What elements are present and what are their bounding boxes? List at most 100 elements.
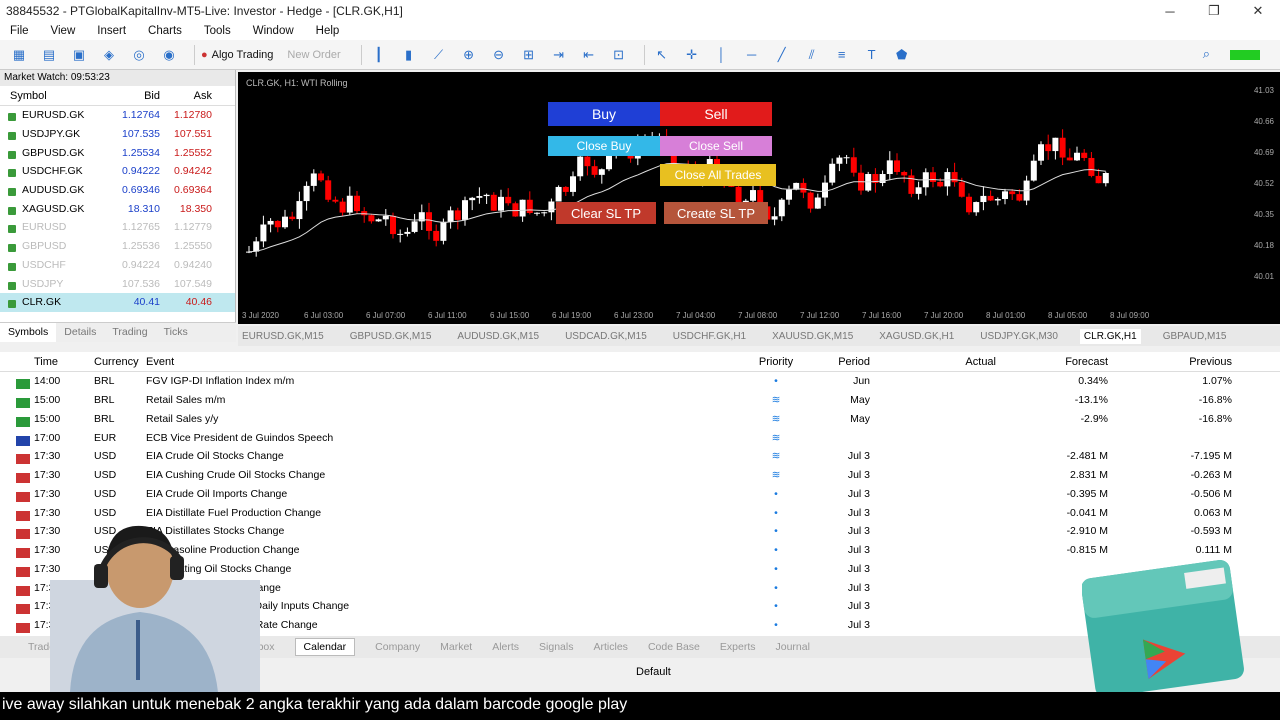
toolbox-tab-experts[interactable]: Experts <box>720 641 756 653</box>
menu-file[interactable]: File <box>10 25 29 37</box>
toolbox-tab-alerts[interactable]: Alerts <box>492 641 519 653</box>
calendar-row[interactable]: 17:30 USD EIA Cushing Crude Oil Stocks C… <box>0 466 1280 485</box>
candlestick-icon[interactable]: ▮ <box>398 44 420 66</box>
market-watch-row[interactable]: EURUSD 1.12765 1.12779 <box>0 218 235 237</box>
tab-details[interactable]: Details <box>56 323 104 342</box>
market-watch-row[interactable]: XAGUSD.GK 18.310 18.350 <box>0 199 235 218</box>
algo-trading-button[interactable]: ● Algo Trading <box>201 49 273 61</box>
col-time[interactable]: Time <box>0 356 88 368</box>
tab-ticks[interactable]: Ticks <box>156 323 196 342</box>
col-currency[interactable]: Currency <box>88 356 146 368</box>
toolbox-tab-signals[interactable]: Signals <box>539 641 573 653</box>
toolbox-tab-articles[interactable]: Articles <box>594 641 628 653</box>
col-bid[interactable]: Bid <box>118 90 160 102</box>
create-sl-tp-button[interactable]: Create SL TP <box>664 202 768 224</box>
chart-tab[interactable]: GBPUSD.GK,M15 <box>346 329 436 344</box>
col-ask[interactable]: Ask <box>160 90 212 102</box>
crosshair-icon[interactable]: ✛ <box>681 44 703 66</box>
calendar-row[interactable]: 17:30 USD EIA Crude Oil Stocks Change ≋ … <box>0 447 1280 466</box>
zoom-out-icon[interactable]: ⊖ <box>488 44 510 66</box>
close-all-trades-button[interactable]: Close All Trades <box>660 164 776 186</box>
minimize-icon[interactable]: ─ <box>1148 0 1192 22</box>
cursor-icon[interactable]: ↖ <box>651 44 673 66</box>
market-watch-row[interactable]: GBPUSD.GK 1.25534 1.25552 <box>0 143 235 162</box>
close-icon[interactable]: ✕ <box>1236 0 1280 22</box>
candle-body <box>339 201 346 213</box>
col-period[interactable]: Period <box>806 356 876 368</box>
text-icon[interactable]: T <box>861 44 883 66</box>
new-order-button[interactable]: New Order <box>287 49 340 61</box>
buy-button[interactable]: Buy <box>548 102 660 126</box>
menu-help[interactable]: Help <box>316 25 340 37</box>
chart-tab[interactable]: USDCHF.GK,H1 <box>669 329 750 344</box>
restore-icon[interactable]: ❐ <box>1192 0 1236 22</box>
profiles-icon[interactable]: ▤ <box>38 44 60 66</box>
chart-shift-icon[interactable]: ⇤ <box>578 44 600 66</box>
market-watch-row[interactable]: USDJPY.GK 107.535 107.551 <box>0 125 235 144</box>
market-watch-row[interactable]: GBPUSD 1.25536 1.25550 <box>0 237 235 256</box>
market-watch-icon[interactable]: ▣ <box>68 44 90 66</box>
chart-tab[interactable]: EURUSD.GK,M15 <box>238 329 328 344</box>
chart-tab[interactable]: AUDUSD.GK,M15 <box>453 329 543 344</box>
tile-windows-icon[interactable]: ⊞ <box>518 44 540 66</box>
close-buy-button[interactable]: Close Buy <box>548 136 660 156</box>
new-chart-icon[interactable]: ▦ <box>8 44 30 66</box>
market-watch-row[interactable]: EURUSD.GK 1.12764 1.12780 <box>0 106 235 125</box>
calendar-row[interactable]: 15:00 BRL Retail Sales y/y ≋ May -2.9% -… <box>0 410 1280 429</box>
zoom-in-icon[interactable]: ⊕ <box>458 44 480 66</box>
clear-sl-tp-button[interactable]: Clear SL TP <box>556 202 656 224</box>
chart-tab[interactable]: XAUUSD.GK,M15 <box>768 329 857 344</box>
candle-body <box>541 212 548 214</box>
chart-tab[interactable]: XAGUSD.GK,H1 <box>875 329 958 344</box>
menu-view[interactable]: View <box>51 25 76 37</box>
toolbox-tab-market[interactable]: Market <box>440 641 472 653</box>
auto-scroll-icon[interactable]: ⇥ <box>548 44 570 66</box>
menu-tools[interactable]: Tools <box>204 25 231 37</box>
horizontal-line-icon[interactable]: ─ <box>741 44 763 66</box>
channel-icon[interactable]: ⫽ <box>801 44 823 66</box>
market-watch-row[interactable]: USDCHF.GK 0.94222 0.94242 <box>0 162 235 181</box>
shapes-icon[interactable]: ⬟ <box>891 44 913 66</box>
col-forecast[interactable]: Forecast <box>996 356 1108 368</box>
sell-button[interactable]: Sell <box>660 102 772 126</box>
chart-tab[interactable]: USDCAD.GK,M15 <box>561 329 651 344</box>
toolbox-tab-calendar[interactable]: Calendar <box>294 638 356 656</box>
calendar-row[interactable]: 14:00 BRL FGV IGP-DI Inflation Index m/m… <box>0 372 1280 391</box>
col-symbol[interactable]: Symbol <box>0 90 118 102</box>
toolbox-tab-company[interactable]: Company <box>375 641 420 653</box>
line-chart-icon[interactable]: ⟋ <box>428 44 450 66</box>
navigator-icon[interactable]: ◎ <box>128 44 150 66</box>
chart-tab[interactable]: GBPAUD,M15 <box>1159 329 1231 344</box>
menu-charts[interactable]: Charts <box>148 25 182 37</box>
indicators-icon[interactable]: ⊡ <box>608 44 630 66</box>
menu-insert[interactable]: Insert <box>97 25 126 37</box>
col-actual[interactable]: Actual <box>876 356 996 368</box>
menu-window[interactable]: Window <box>253 25 294 37</box>
market-watch-row[interactable]: USDJPY 107.536 107.549 <box>0 274 235 293</box>
vertical-line-icon[interactable]: │ <box>711 44 733 66</box>
col-previous[interactable]: Previous <box>1108 356 1232 368</box>
data-window-icon[interactable]: ◈ <box>98 44 120 66</box>
chart-tab[interactable]: CLR.GK,H1 <box>1079 328 1141 344</box>
price-chart[interactable]: CLR.GK, H1: WTI Rolling Buy Sell Close B… <box>238 72 1280 324</box>
calendar-row[interactable]: 17:30 USD EIA Crude Oil Imports Change •… <box>0 485 1280 504</box>
candle-body <box>930 172 936 182</box>
toolbox-tab-code-base[interactable]: Code Base <box>648 641 700 653</box>
toolbox-tab-journal[interactable]: Journal <box>776 641 810 653</box>
market-watch-row[interactable]: AUDUSD.GK 0.69346 0.69364 <box>0 181 235 200</box>
tab-symbols[interactable]: Symbols <box>0 323 57 342</box>
market-watch-row[interactable]: USDCHF 0.94224 0.94240 <box>0 256 235 275</box>
tab-trading[interactable]: Trading <box>104 323 155 342</box>
col-event[interactable]: Event <box>146 356 746 368</box>
calendar-row[interactable]: 17:00 EUR ECB Vice President de Guindos … <box>0 428 1280 447</box>
bar-chart-icon[interactable]: ┃ <box>368 44 390 66</box>
close-sell-button[interactable]: Close Sell <box>660 136 772 156</box>
chart-tab[interactable]: USDJPY.GK,M30 <box>976 329 1062 344</box>
trendline-icon[interactable]: ╱ <box>771 44 793 66</box>
calendar-row[interactable]: 15:00 BRL Retail Sales m/m ≋ May -13.1% … <box>0 391 1280 410</box>
market-watch-row[interactable]: CLR.GK 40.41 40.46 <box>0 292 235 312</box>
strategy-tester-icon[interactable]: ◉ <box>158 44 180 66</box>
col-priority[interactable]: Priority <box>746 356 806 368</box>
fibonacci-icon[interactable]: ≡ <box>831 44 853 66</box>
search-icon[interactable]: ⌕ <box>1203 46 1210 62</box>
